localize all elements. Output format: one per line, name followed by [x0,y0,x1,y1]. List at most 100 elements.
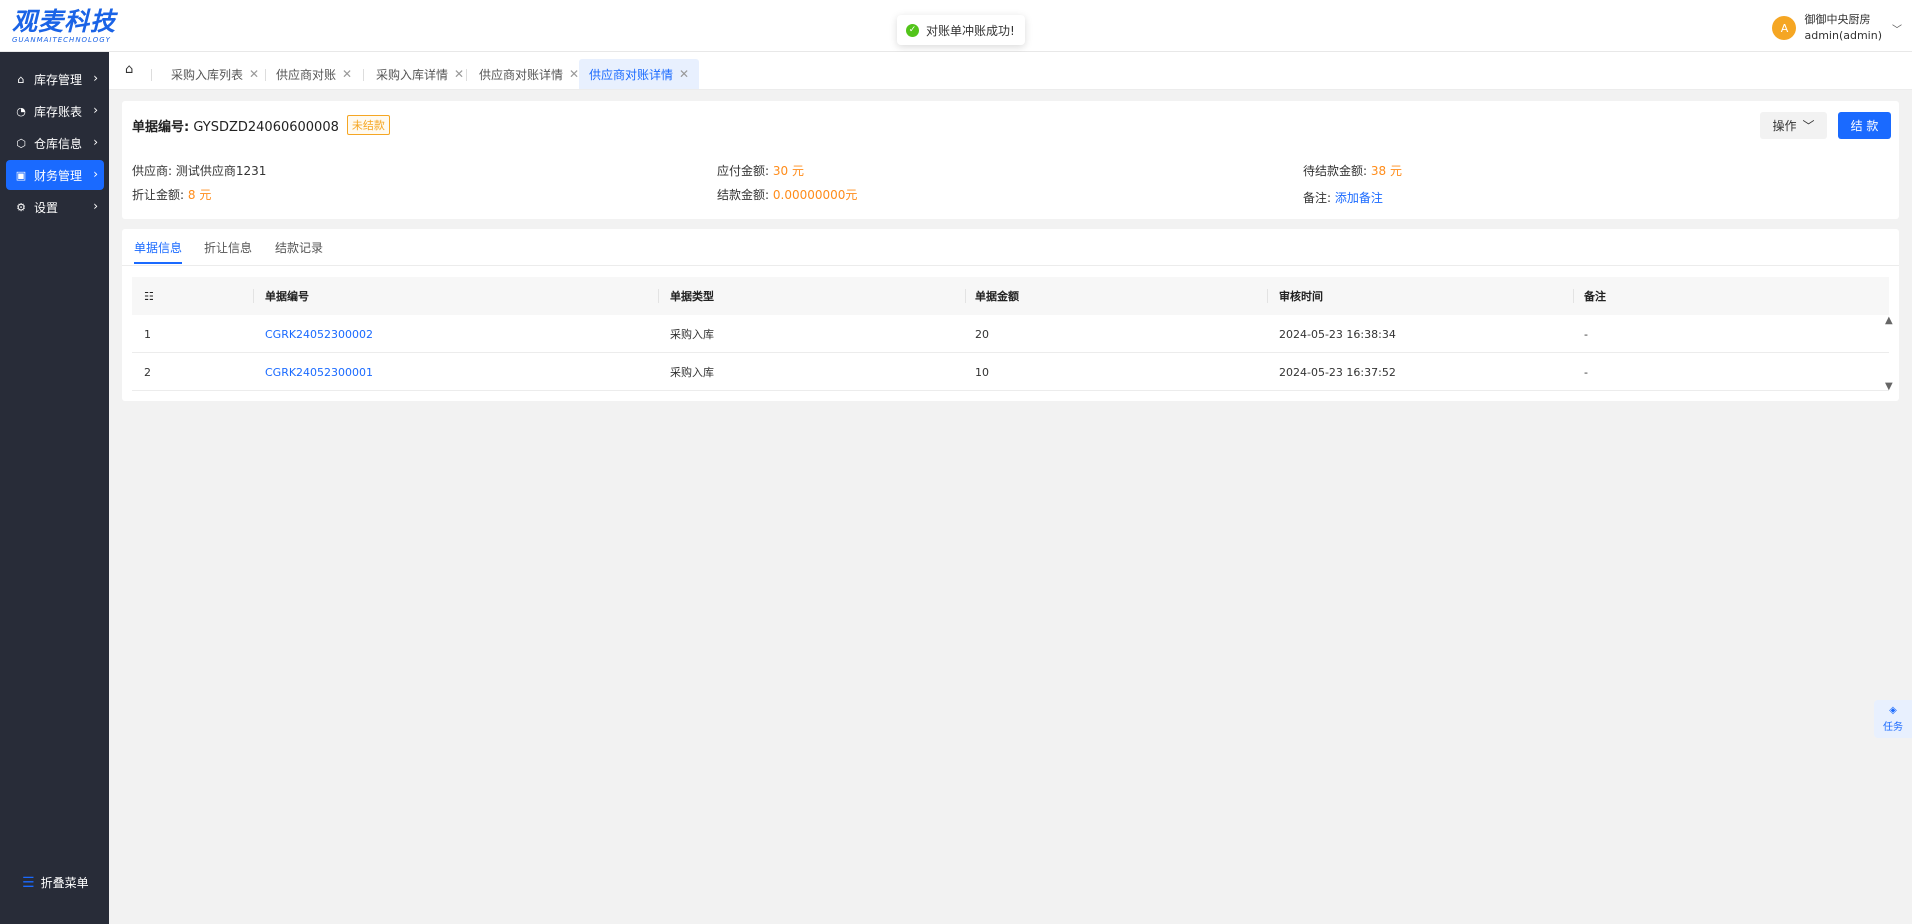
tab-label: 采购入库详情 [376,67,449,82]
tab-discount-info[interactable]: 折让信息 [204,239,252,264]
column-header-doc-no: 单据编号 [265,290,309,303]
sidebar-item-label: 库存账表 [34,104,83,119]
scroll-up-arrow-icon[interactable]: ▲ [1885,315,1893,326]
doc-type: 采购入库 [670,366,714,379]
chevron-right-icon: › [93,71,98,85]
operation-dropdown-button[interactable]: 操作 ﹀ [1760,112,1827,139]
task-float-button[interactable]: ◈ 任务 [1874,700,1912,738]
tab-label: 供应商对账详情 [479,67,564,82]
user-org: 御御中央厨房 [1804,13,1871,26]
document-number-value: GYSDZD24060600008 [193,119,339,135]
gear-icon: ⚙ [16,200,26,214]
column-settings-icon[interactable]: ☷ [144,277,154,315]
collapse-label: 折叠菜单 [40,876,89,890]
settled-field: 结款金额: 0.00000000元 [717,186,857,203]
payable-field: 应付金额: 30 元 [717,162,804,179]
document-number-label: 单据编号: [132,119,190,135]
settled-value: 0.00000000元 [772,188,858,202]
user-info: 御御中央厨房 admin(admin) [1804,12,1882,44]
status-badge: 未结款 [346,115,390,135]
chevron-right-icon: › [93,199,98,213]
pending-label: 待结款金额: [1303,164,1368,178]
chart-pie-icon: ◔ [16,104,26,118]
sidebar: ⌂ 库存管理 › ◔ 库存账表 › ⬡ 仓库信息 › ▣ 财务管理 › ⚙ 设置… [0,52,109,924]
close-icon[interactable]: ✕ [454,67,464,81]
column-header-amount: 单据金额 [975,290,1019,303]
sidebar-item-inventory-ledger[interactable]: ◔ 库存账表 › [6,96,104,126]
toast-message: 对账单冲账成功! [926,23,1015,38]
doc-amount: 20 [975,327,989,341]
scroll-down-arrow-icon[interactable]: ▼ [1885,381,1893,392]
remark-field: 备注: 添加备注 [1303,189,1383,206]
collapse-menu-button[interactable]: ☰ 折叠菜单 [22,874,89,891]
tab-divider [466,69,467,81]
tabs-divider [122,265,1899,266]
tab-supplier-reconcile-detail-active[interactable]: 供应商对账详情 ✕ [579,59,700,89]
sidebar-item-label: 设置 [34,200,59,215]
wallet-icon: ▣ [15,168,27,182]
page-tabs: ⌂ 采购入库列表 ✕ 供应商对账 ✕ 采购入库详情 ✕ 供应商对账详情 ✕ 供应商对账详… [109,52,1912,90]
table-row: 2 CGRK24052300001 采购入库 10 2024-05-23 16:… [132,353,1889,391]
chevron-down-icon[interactable]: ﹀ [1892,21,1902,36]
column-divider [1573,289,1574,303]
sidebar-item-warehouse[interactable]: ⬡ 仓库信息 › [6,128,104,158]
add-remark-link[interactable]: 添加备注 [1335,191,1383,205]
user-menu[interactable]: A 御御中央厨房 admin(admin) ﹀ [1772,12,1902,44]
sidebar-item-finance[interactable]: ▣ 财务管理 › [6,160,104,190]
sidebar-item-inventory[interactable]: ⌂ 库存管理 › [6,64,104,94]
tab-settlement-records[interactable]: 结款记录 [275,239,323,264]
discount-value: 8 元 [187,188,212,202]
tab-supplier-reconcile[interactable]: 供应商对账 ✕ [266,59,362,89]
success-toast: ✓ 对账单冲账成功! [897,15,1025,45]
discount-field: 折让金额: 8 元 [132,186,211,203]
pending-field: 待结款金额: 38 元 [1303,162,1402,179]
top-bar: 观麦科技 GUANMAITECHNOLOGY ✓ 对账单冲账成功! A 御御中央… [0,0,1912,52]
sidebar-item-label: 仓库信息 [34,136,83,151]
table-header: ☷ 单据编号 单据类型 单据金额 审核时间 备注 [132,277,1889,315]
payable-label: 应付金额: [717,164,770,178]
column-divider [965,289,966,303]
settle-button[interactable]: 结 款 [1838,112,1891,139]
payable-value: 30 元 [772,164,804,178]
row-index: 1 [144,327,151,341]
check-circle-icon: ✓ [906,23,919,37]
document-detail-card: 单据信息 折让信息 结款记录 ☷ 单据编号 单据类型 单据金额 审核时间 备注 … [122,229,1899,401]
tab-supplier-reconcile-detail[interactable]: 供应商对账详情 ✕ [469,59,589,89]
audit-time: 2024-05-23 16:37:52 [1279,365,1396,379]
sidebar-item-label: 库存管理 [34,72,83,87]
close-icon[interactable]: ✕ [679,67,689,81]
tab-document-info[interactable]: 单据信息 [134,239,183,264]
operation-label: 操作 [1772,119,1797,133]
home-icon[interactable]: ⌂ [125,62,141,78]
document-table: ☷ 单据编号 单据类型 单据金额 审核时间 备注 1 CGRK240523000… [132,277,1893,392]
tab-label: 采购入库列表 [171,67,244,82]
tab-label: 供应商对账详情 [589,67,674,82]
document-summary-card: 单据编号: GYSDZD24060600008 未结款 操作 ﹀ 结 款 供应商… [122,101,1899,219]
logo-text: 观麦科技 [12,7,117,36]
close-icon[interactable]: ✕ [342,67,352,81]
menu-fold-icon: ☰ [22,874,35,891]
chevron-down-icon: ﹀ [1802,119,1815,133]
doc-amount: 10 [975,365,989,379]
sidebar-item-settings[interactable]: ⚙ 设置 › [6,192,104,222]
close-icon[interactable]: ✕ [249,67,259,81]
tab-purchase-inbound-detail[interactable]: 采购入库详情 ✕ [366,59,474,89]
column-header-audit-time: 审核时间 [1279,290,1323,303]
column-divider [658,289,659,303]
supplier-field: 供应商: 测试供应商1231 [132,162,266,179]
box-icon: ⬡ [16,136,26,150]
logo-subtext: GUANMAITECHNOLOGY [12,36,111,44]
audit-time: 2024-05-23 16:38:34 [1279,327,1396,341]
remark: - [1584,327,1588,341]
task-label: 任务 [1883,722,1903,733]
table-row: 1 CGRK24052300002 采购入库 20 2024-05-23 16:… [132,315,1889,353]
close-icon[interactable]: ✕ [569,67,579,81]
tab-divider [363,69,364,81]
logo[interactable]: 观麦科技 GUANMAITECHNOLOGY [12,7,117,45]
column-divider [253,289,254,303]
doc-no-link[interactable]: CGRK24052300002 [265,315,373,353]
discount-label: 折让金额: [132,188,185,202]
user-account: admin(admin) [1804,29,1882,42]
tab-purchase-inbound-list[interactable]: 采购入库列表 ✕ [161,59,269,89]
doc-no-link[interactable]: CGRK24052300001 [265,353,373,391]
